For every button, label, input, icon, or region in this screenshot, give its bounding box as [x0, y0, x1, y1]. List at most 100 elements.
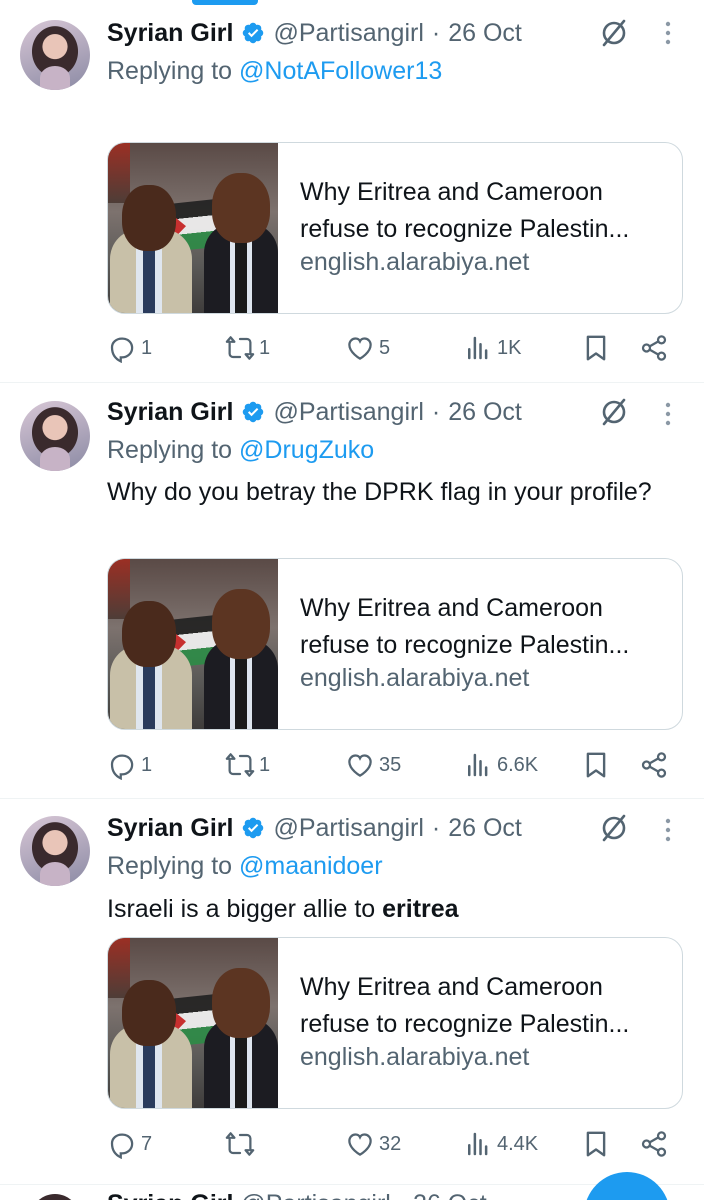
share-button[interactable] [639, 1124, 669, 1164]
bookmark-button[interactable] [581, 745, 611, 785]
display-name[interactable]: Syrian Girl [107, 814, 233, 843]
link-card[interactable]: Why Eritrea and Cameroon refuse to recog… [107, 937, 683, 1109]
display-name[interactable]: Syrian Girl [107, 1190, 233, 1200]
timestamp[interactable]: 26 Oct [448, 19, 522, 48]
card-title[interactable]: Why Eritrea and Cameroon refuse to recog… [300, 174, 670, 248]
avatar[interactable] [20, 401, 90, 471]
like-button[interactable]: 35 [345, 745, 401, 785]
card-thumbnail [108, 938, 278, 1108]
reply-icon [110, 337, 134, 363]
like-button[interactable]: 5 [345, 328, 390, 368]
replying-to: Replying to @DrugZuko [107, 436, 374, 465]
like-count: 35 [379, 753, 402, 776]
grok-icon[interactable] [597, 811, 631, 845]
views-button[interactable]: 4.4K [463, 1124, 538, 1164]
tweet-header: Syrian Girl @Partisangirl · 26 Oct [107, 808, 522, 848]
tweet[interactable]: Syrian Girl @Partisangirl · 26 Oct Reply… [0, 383, 704, 798]
card-domain: english.alarabiya.net [300, 1043, 530, 1071]
card-title[interactable]: Why Eritrea and Cameroon refuse to recog… [300, 590, 670, 664]
like-count: 32 [379, 1132, 402, 1155]
views-icon [468, 336, 488, 360]
reply-icon [110, 754, 134, 780]
like-button[interactable]: 32 [345, 1124, 401, 1164]
card-title[interactable]: Why Eritrea and Cameroon refuse to recog… [300, 969, 670, 1043]
tweet[interactable]: Syrian Girl @Partisangirl · 26 Oct Reply… [0, 799, 704, 1184]
card-domain: english.alarabiya.net [300, 664, 530, 692]
display-name[interactable]: Syrian Girl [107, 398, 233, 427]
more-vertical-icon[interactable] [658, 815, 678, 845]
reply-button[interactable]: 1 [107, 328, 152, 368]
bookmark-button[interactable] [581, 1124, 611, 1164]
views-button[interactable]: 1K [463, 328, 521, 368]
handle[interactable]: @Partisangirl [273, 19, 423, 48]
reply-count: 1 [141, 336, 153, 359]
handle[interactable]: @Partisangirl · 26 Oct [240, 1190, 486, 1200]
bookmark-icon [586, 752, 606, 778]
reply-icon [110, 1133, 134, 1159]
bookmark-icon [586, 335, 606, 361]
tweet-header: Syrian Girl @Partisangirl · 26 Oct [107, 13, 522, 53]
tweet-text: Israeli is a bigger allie to eritrea [107, 891, 667, 928]
avatar[interactable] [20, 20, 90, 90]
reply-button[interactable]: 7 [107, 1124, 152, 1164]
card-domain: english.alarabiya.net [300, 248, 530, 276]
repost-button[interactable] [225, 1124, 259, 1164]
verified-badge-icon [243, 817, 264, 839]
views-count: 6.6K [497, 753, 539, 776]
heart-icon [348, 1133, 372, 1156]
replying-to-mention[interactable]: @NotAFollower13 [239, 57, 442, 85]
repost-icon [225, 336, 255, 360]
share-button[interactable] [639, 745, 669, 785]
share-button[interactable] [639, 328, 669, 368]
reply-count: 7 [141, 1132, 153, 1155]
avatar[interactable] [20, 816, 90, 886]
card-title-line: Why Eritrea and Cameroon [300, 973, 603, 1001]
display-name[interactable]: Syrian Girl [107, 19, 233, 48]
views-icon [468, 753, 488, 777]
separator-dot: · [431, 813, 441, 842]
tweet-actions: 7 32 4.4K [107, 1124, 677, 1164]
link-card[interactable]: Why Eritrea and Cameroon refuse to recog… [107, 558, 683, 730]
grok-icon[interactable] [597, 395, 631, 429]
timestamp[interactable]: 26 Oct [448, 814, 522, 843]
share-icon [641, 1131, 667, 1157]
replying-to-mention[interactable]: @maanidoer [239, 852, 383, 880]
repost-icon [225, 753, 255, 777]
like-count: 5 [379, 336, 391, 359]
more-vertical-icon[interactable] [658, 18, 678, 48]
tweet-text-plain: Israeli is a bigger allie to [107, 895, 383, 923]
verified-badge-icon [243, 401, 264, 423]
avatar[interactable] [30, 1194, 80, 1200]
views-button[interactable]: 6.6K [463, 745, 538, 785]
views-icon [468, 1132, 488, 1156]
grok-icon[interactable] [597, 16, 631, 50]
heart-icon [348, 337, 372, 360]
more-vertical-icon[interactable] [658, 399, 678, 429]
repost-button[interactable]: 1 [225, 745, 270, 785]
repost-button[interactable]: 1 [225, 328, 270, 368]
replying-to-label: Replying to [107, 852, 233, 880]
timestamp[interactable]: 26 Oct [448, 398, 522, 427]
peek-header: Syrian Girl @Partisangirl · 26 Oct [107, 1190, 487, 1200]
repost-count: 1 [259, 336, 271, 359]
replying-to: Replying to @maanidoer [107, 852, 383, 881]
tweet-header: Syrian Girl @Partisangirl · 26 Oct [107, 392, 522, 432]
card-title-line: refuse to recognize Palestin... [300, 631, 630, 659]
link-card[interactable]: Why Eritrea and Cameroon refuse to recog… [107, 142, 683, 314]
handle[interactable]: @Partisangirl [273, 398, 423, 427]
views-count: 4.4K [497, 1132, 539, 1155]
card-title-line: refuse to recognize Palestin... [300, 1010, 630, 1038]
replying-to-label: Replying to [107, 436, 233, 464]
reply-button[interactable]: 1 [107, 745, 152, 785]
bookmark-button[interactable] [581, 328, 611, 368]
card-title-line: refuse to recognize Palestin... [300, 215, 630, 243]
handle[interactable]: @Partisangirl [273, 814, 423, 843]
replying-to-mention[interactable]: @DrugZuko [239, 436, 374, 464]
tweet-actions: 1 1 35 6.6K [107, 745, 677, 785]
card-title-line: Why Eritrea and Cameroon [300, 178, 603, 206]
tweet-text: Why do you betray the DPRK flag in your … [107, 478, 652, 506]
reply-count: 1 [141, 753, 153, 776]
repost-icon [225, 1132, 255, 1156]
tweet[interactable]: Syrian Girl @Partisangirl · 26 Oct Reply… [0, 0, 704, 382]
bookmark-icon [586, 1131, 606, 1157]
